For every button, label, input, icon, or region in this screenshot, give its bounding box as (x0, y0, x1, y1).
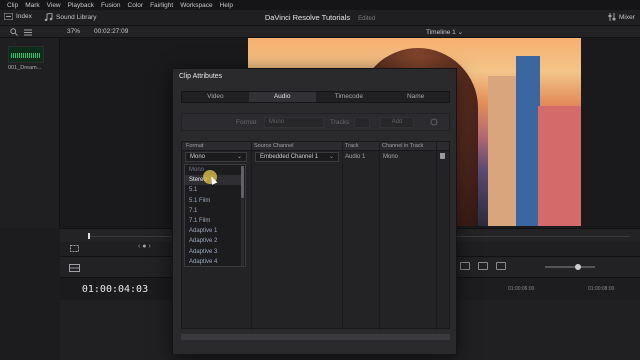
tab-audio[interactable]: Audio (248, 92, 316, 102)
source-channel-value: Embedded Channel 1 (260, 154, 319, 160)
channel-in-track-value: Mono (383, 154, 399, 160)
tracks-label: Tracks (330, 119, 350, 126)
zoom-detail-icon[interactable] (478, 262, 488, 270)
timeline-timecode: 01:00:04:03 (60, 278, 170, 300)
play-controls[interactable]: ‹ ● › (138, 243, 151, 250)
list-view-icon[interactable] (24, 28, 32, 36)
source-channel-dropdown[interactable]: Embedded Channel 1 ⌄ (255, 152, 339, 162)
menu-fairlight[interactable]: Fairlight (150, 2, 173, 9)
track-value: Audio 1 (345, 154, 366, 160)
tab-name[interactable]: Name (382, 92, 449, 102)
zoom-fit-icon[interactable] (460, 262, 470, 270)
menu-fusion[interactable]: Fusion (101, 2, 121, 9)
chevron-down-icon: ⌄ (236, 154, 242, 160)
zoom-level[interactable]: 37% (67, 28, 80, 35)
dropdown-scroll-thumb[interactable] (241, 166, 244, 198)
add-track-row: Format Mono Tracks Add (181, 113, 450, 131)
dialog-tabs: Video Audio Timecode Name (181, 91, 450, 103)
menu-mark[interactable]: Mark (25, 2, 39, 9)
media-pool: 001_Dream... (0, 38, 60, 228)
menu-view[interactable]: View (47, 2, 61, 9)
column-source-channel: Source Channel (254, 143, 294, 149)
ruler-tick: 01:00:08:00 (588, 286, 615, 292)
edited-status: Edited (358, 16, 376, 22)
trash-icon[interactable] (440, 153, 445, 159)
timeline-selector[interactable]: Timeline 1 ⌄ (426, 28, 463, 36)
format-dropdown-value: Mono (190, 154, 206, 160)
timeline-ruler[interactable]: 01:00:06:00 01:00:08:00 (456, 278, 640, 300)
source-timecode: 00:02:27:09 (94, 28, 129, 35)
menu-clip[interactable]: Clip (7, 2, 18, 9)
dropdown-option-5-1[interactable]: 5.1 (185, 185, 242, 195)
dropdown-scrollbar[interactable] (241, 166, 244, 266)
chevron-down-icon: ⌄ (457, 29, 464, 36)
tracks-count-field[interactable] (354, 117, 370, 128)
dropdown-option-5-1-film[interactable]: 5.1 Film (185, 196, 242, 206)
dropdown-option-adaptive-1[interactable]: Adaptive 1 (185, 226, 242, 236)
format-dropdown[interactable]: Mono ⌄ (185, 152, 247, 162)
timeline-view-icon[interactable] (69, 264, 80, 272)
table-row: Mono ⌄ Embedded Channel 1 ⌄ Audio 1 Mono (182, 151, 449, 162)
safe-area-icon[interactable] (70, 245, 79, 252)
mixer-button[interactable]: Mixer (608, 13, 635, 21)
dropdown-option-adaptive-3[interactable]: Adaptive 3 (185, 247, 242, 257)
add-button[interactable]: Add (380, 117, 414, 128)
column-channel-in-track: Channel in Track (382, 143, 424, 149)
timeline-zoom-tools (460, 262, 506, 270)
dropdown-option-7-1[interactable]: 7.1 (185, 206, 242, 216)
mixer-icon (608, 13, 616, 21)
timeline-zoom-slider[interactable] (545, 264, 595, 270)
dropdown-option-7-1-film[interactable]: 7.1 Film (185, 216, 242, 226)
mixer-label: Mixer (619, 13, 635, 21)
search-icon[interactable] (10, 28, 18, 36)
tab-timecode[interactable]: Timecode (316, 92, 383, 102)
audio-clip-thumbnail[interactable] (8, 46, 44, 63)
tab-video[interactable]: Video (182, 92, 249, 102)
waveform (11, 53, 41, 58)
dropdown-option-adaptive-4[interactable]: Adaptive 4 (185, 257, 242, 266)
dialog-title: Clip Attributes (179, 73, 223, 80)
format-label: Format (236, 119, 257, 126)
dialog-scrollbar[interactable] (181, 334, 450, 340)
dropdown-option-adaptive-2[interactable]: Adaptive 2 (185, 236, 242, 246)
menu-color[interactable]: Color (128, 2, 144, 9)
timeline-name: Timeline 1 (426, 29, 456, 36)
project-title: DaVinci Resolve Tutorials Edited (0, 13, 640, 22)
menu-help[interactable]: Help (220, 2, 233, 9)
zoom-slider-knob[interactable] (575, 264, 581, 270)
clip-name: 001_Dream... (8, 65, 42, 71)
menu-workspace[interactable]: Workspace (180, 2, 212, 9)
zoom-custom-icon[interactable] (496, 262, 506, 270)
menu-bar: Clip Mark View Playback Fusion Color Fai… (0, 0, 640, 10)
column-format: Format (186, 143, 204, 149)
viewer-subbar: 37% 00:02:27:09 Timeline 1 ⌄ (0, 26, 640, 38)
column-track: Track (345, 143, 359, 149)
ruler-tick: 01:00:06:00 (508, 286, 535, 292)
reset-icon[interactable] (430, 118, 438, 126)
chevron-down-icon: ⌄ (328, 154, 334, 160)
format-select[interactable]: Mono (264, 117, 324, 128)
menu-playback[interactable]: Playback (68, 2, 94, 9)
table-header: Format Source Channel Track Channel in T… (182, 142, 449, 151)
project-title-text: DaVinci Resolve Tutorials (264, 13, 351, 22)
top-toolbar: Index Sound Library DaVinci Resolve Tuto… (0, 10, 640, 26)
